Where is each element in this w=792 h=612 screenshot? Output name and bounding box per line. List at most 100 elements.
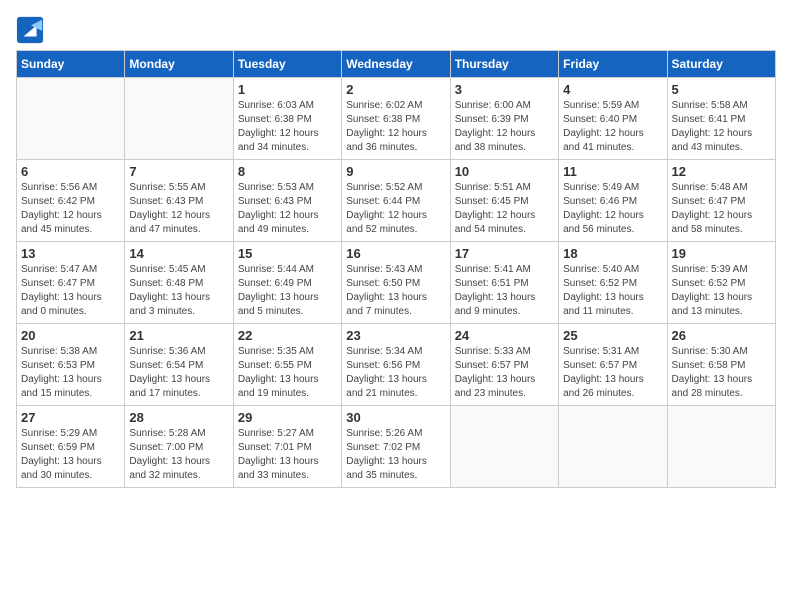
day-detail: Sunrise: 5:26 AM Sunset: 7:02 PM Dayligh… [346,427,445,483]
calendar-cell: 14Sunrise: 5:45 AM Sunset: 6:48 PM Dayli… [125,242,233,324]
day-number: 30 [346,410,445,425]
calendar-week-5: 27 Sunrise: 5:29 AM Sunset: 6:59 PM Dayli… [17,406,776,488]
day-detail: Sunrise: 5:41 AM Sunset: 6:51 PM Dayligh… [455,263,554,319]
day-detail: Sunrise: 5:43 AM Sunset: 6:50 PM Dayligh… [346,263,445,319]
day-number: 10 [455,164,554,179]
day-detail: Sunrise: 5:59 AM Sunset: 6:40 PM Dayligh… [563,99,662,155]
calendar-cell: 15 Sunrise: 5:44 AM Sunset: 6:49 PM Dayli… [233,242,341,324]
calendar-cell: 8 Sunrise: 5:53 AM Sunset: 6:43 PM Daylig… [233,160,341,242]
day-number: 3 [455,82,554,97]
calendar-cell: 10 Sunrise: 5:51 AM Sunset: 6:45 PM Dayli… [450,160,558,242]
calendar-week-1: 1 Sunrise: 6:03 AM Sunset: 6:38 PM Daylig… [17,78,776,160]
calendar-week-2: 6 Sunrise: 5:56 AM Sunset: 6:42 PM Daylig… [17,160,776,242]
calendar-cell: 6 Sunrise: 5:56 AM Sunset: 6:42 PM Daylig… [17,160,125,242]
day-detail: Sunrise: 5:44 AM Sunset: 6:49 PM Dayligh… [238,263,337,319]
calendar-cell [667,406,775,488]
day-detail: Sunrise: 5:31 AM Sunset: 6:57 PM Dayligh… [563,345,662,401]
day-detail: Sunrise: 5:27 AM Sunset: 7:01 PM Dayligh… [238,427,337,483]
day-number: 12 [672,164,771,179]
calendar-cell [125,78,233,160]
day-detail: Sunrise: 6:03 AM Sunset: 6:38 PM Dayligh… [238,99,337,155]
day-number: 29 [238,410,337,425]
day-detail: Sunrise: 5:49 AM Sunset: 6:46 PM Dayligh… [563,181,662,237]
weekday-header-saturday: Saturday [667,51,775,78]
day-number: 26 [672,328,771,343]
calendar-cell: 26 Sunrise: 5:30 AM Sunset: 6:58 PM Dayli… [667,324,775,406]
day-detail: Sunrise: 5:52 AM Sunset: 6:44 PM Dayligh… [346,181,445,237]
day-detail: Sunrise: 5:53 AM Sunset: 6:43 PM Dayligh… [238,181,337,237]
weekday-header-wednesday: Wednesday [342,51,450,78]
logo-icon [16,16,44,44]
calendar-cell: 3 Sunrise: 6:00 AM Sunset: 6:39 PM Daylig… [450,78,558,160]
day-number: 24 [455,328,554,343]
calendar-cell: 29 Sunrise: 5:27 AM Sunset: 7:01 PM Dayli… [233,406,341,488]
calendar-cell: 25Sunrise: 5:31 AM Sunset: 6:57 PM Dayli… [559,324,667,406]
header [16,16,776,44]
weekday-header-row: SundayMondayTuesdayWednesdayThursdayFrid… [17,51,776,78]
calendar-cell [17,78,125,160]
calendar-cell: 23 Sunrise: 5:34 AM Sunset: 6:56 PM Dayli… [342,324,450,406]
calendar-cell: 4 Sunrise: 5:59 AM Sunset: 6:40 PM Daylig… [559,78,667,160]
day-number: 6 [21,164,120,179]
weekday-header-sunday: Sunday [17,51,125,78]
day-detail: Sunrise: 5:48 AM Sunset: 6:47 PM Dayligh… [672,181,771,237]
day-number: 14 [129,246,228,261]
calendar-cell: 11 Sunrise: 5:49 AM Sunset: 6:46 PM Dayli… [559,160,667,242]
day-number: 1 [238,82,337,97]
weekday-header-friday: Friday [559,51,667,78]
calendar-cell: 28 Sunrise: 5:28 AM Sunset: 7:00 PM Dayli… [125,406,233,488]
day-number: 17 [455,246,554,261]
day-detail: Sunrise: 5:39 AM Sunset: 6:52 PM Dayligh… [672,263,771,319]
day-number: 8 [238,164,337,179]
calendar-cell: 18 Sunrise: 5:40 AM Sunset: 6:52 PM Dayli… [559,242,667,324]
calendar-cell: 16 Sunrise: 5:43 AM Sunset: 6:50 PM Dayli… [342,242,450,324]
day-number: 28 [129,410,228,425]
day-detail: Sunrise: 5:47 AM Sunset: 6:47 PM Dayligh… [21,263,120,319]
day-number: 13 [21,246,120,261]
day-detail: Sunrise: 5:40 AM Sunset: 6:52 PM Dayligh… [563,263,662,319]
day-number: 21 [129,328,228,343]
calendar-week-3: 13 Sunrise: 5:47 AM Sunset: 6:47 PM Dayli… [17,242,776,324]
day-number: 23 [346,328,445,343]
calendar-cell: 7 Sunrise: 5:55 AM Sunset: 6:43 PM Daylig… [125,160,233,242]
calendar-cell: 19Sunrise: 5:39 AM Sunset: 6:52 PM Dayli… [667,242,775,324]
day-detail: Sunrise: 5:30 AM Sunset: 6:58 PM Dayligh… [672,345,771,401]
calendar-cell: 24Sunrise: 5:33 AM Sunset: 6:57 PM Dayli… [450,324,558,406]
calendar-cell: 21 Sunrise: 5:36 AM Sunset: 6:54 PM Dayli… [125,324,233,406]
day-detail: Sunrise: 5:38 AM Sunset: 6:53 PM Dayligh… [21,345,120,401]
day-number: 20 [21,328,120,343]
day-detail: Sunrise: 6:02 AM Sunset: 6:38 PM Dayligh… [346,99,445,155]
calendar-cell [450,406,558,488]
day-number: 18 [563,246,662,261]
day-number: 15 [238,246,337,261]
day-detail: Sunrise: 5:29 AM Sunset: 6:59 PM Dayligh… [21,427,120,483]
day-detail: Sunrise: 6:00 AM Sunset: 6:39 PM Dayligh… [455,99,554,155]
calendar-cell: 12 Sunrise: 5:48 AM Sunset: 6:47 PM Dayli… [667,160,775,242]
calendar-cell: 17 Sunrise: 5:41 AM Sunset: 6:51 PM Dayli… [450,242,558,324]
day-detail: Sunrise: 5:56 AM Sunset: 6:42 PM Dayligh… [21,181,120,237]
day-detail: Sunrise: 5:28 AM Sunset: 7:00 PM Dayligh… [129,427,228,483]
day-detail: Sunrise: 5:35 AM Sunset: 6:55 PM Dayligh… [238,345,337,401]
weekday-header-monday: Monday [125,51,233,78]
day-number: 27 [21,410,120,425]
day-number: 11 [563,164,662,179]
weekday-header-tuesday: Tuesday [233,51,341,78]
calendar-cell: 30 Sunrise: 5:26 AM Sunset: 7:02 PM Dayli… [342,406,450,488]
calendar: SundayMondayTuesdayWednesdayThursdayFrid… [16,50,776,488]
day-detail: Sunrise: 5:51 AM Sunset: 6:45 PM Dayligh… [455,181,554,237]
day-number: 7 [129,164,228,179]
day-number: 4 [563,82,662,97]
day-number: 22 [238,328,337,343]
calendar-week-4: 20 Sunrise: 5:38 AM Sunset: 6:53 PM Dayli… [17,324,776,406]
calendar-cell: 20 Sunrise: 5:38 AM Sunset: 6:53 PM Dayli… [17,324,125,406]
calendar-cell: 27 Sunrise: 5:29 AM Sunset: 6:59 PM Dayli… [17,406,125,488]
calendar-cell: 1 Sunrise: 6:03 AM Sunset: 6:38 PM Daylig… [233,78,341,160]
day-detail: Sunrise: 5:34 AM Sunset: 6:56 PM Dayligh… [346,345,445,401]
calendar-cell: 9Sunrise: 5:52 AM Sunset: 6:44 PM Daylig… [342,160,450,242]
calendar-cell: 5Sunrise: 5:58 AM Sunset: 6:41 PM Daylig… [667,78,775,160]
day-detail: Sunrise: 5:36 AM Sunset: 6:54 PM Dayligh… [129,345,228,401]
logo [16,16,48,44]
day-detail: Sunrise: 5:55 AM Sunset: 6:43 PM Dayligh… [129,181,228,237]
day-number: 16 [346,246,445,261]
day-number: 2 [346,82,445,97]
